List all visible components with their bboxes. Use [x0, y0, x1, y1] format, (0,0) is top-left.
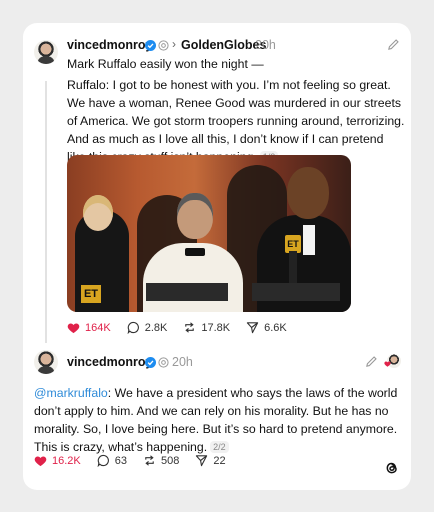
post2-time: 20h	[172, 355, 193, 369]
threads-logo-icon	[386, 462, 397, 474]
share-icon	[246, 322, 259, 334]
repost-icon	[185, 322, 195, 333]
heart-badge-icon	[384, 361, 391, 367]
caption-bar-right	[252, 283, 340, 301]
like-button[interactable]: 164K	[67, 322, 111, 334]
comment-count: 63	[114, 454, 127, 467]
host-shirt	[303, 225, 315, 255]
chevron-right-icon: ›	[172, 37, 176, 51]
comment-count: 2.8K	[144, 321, 168, 334]
repost-icon	[145, 455, 154, 466]
like-count: 164K	[85, 321, 111, 334]
comment-button[interactable]: 63	[97, 454, 127, 467]
edit-icon[interactable]	[365, 355, 378, 368]
comment-icon	[97, 454, 109, 467]
host-head	[287, 167, 329, 219]
like-count: 16.2K	[52, 454, 81, 467]
threads-card: vincedmonroy › GoldenGlobes 20h Mark Ruf…	[23, 23, 411, 490]
microphone-handle	[289, 251, 297, 287]
post1-stats: 164K 2.8K 17.8K 6.6K	[67, 321, 303, 334]
post1-time: 20h	[255, 38, 276, 52]
mention-link[interactable]: @markruffalo	[34, 386, 108, 400]
post1-quote: Ruffalo: I got to be honest with you. I’…	[67, 76, 405, 166]
post2-username[interactable]: vincedmonroy	[67, 355, 152, 369]
verified-icon	[145, 357, 156, 368]
edit-icon[interactable]	[387, 38, 400, 51]
repost-button[interactable]: 17.8K	[183, 321, 230, 334]
comment-button[interactable]: 2.8K	[127, 321, 168, 334]
post1-reply-to[interactable]: GoldenGlobes	[181, 38, 266, 52]
repost-count: 17.8K	[201, 321, 231, 334]
share-count: 6.6K	[264, 321, 287, 334]
post2-pager: 2/2	[210, 441, 229, 453]
post2-stats: 16.2K 63 508 22	[34, 454, 242, 467]
post1-intro: Mark Ruffalo easily won the night —	[67, 57, 264, 71]
heart-icon	[67, 322, 80, 333]
caption-bar-left	[146, 283, 228, 301]
post1-quote-text: Ruffalo: I got to be honest with you. I’…	[67, 78, 405, 164]
like-button[interactable]: 16.2K	[34, 455, 81, 467]
woman-head	[83, 195, 113, 231]
video-thumbnail[interactable]: ET ET	[67, 155, 351, 312]
sensitive-icon	[158, 357, 169, 368]
post1-username[interactable]: vincedmonroy	[67, 38, 152, 52]
thread-line	[45, 81, 47, 343]
share-count: 22	[213, 454, 226, 467]
avatar[interactable]	[34, 40, 58, 64]
avatar[interactable]	[34, 350, 58, 374]
sensitive-icon	[158, 40, 169, 51]
verified-icon	[145, 40, 156, 51]
heart-icon	[34, 455, 47, 466]
repost-count: 508	[161, 454, 180, 467]
post2-text: @markruffalo: We have a president who sa…	[34, 384, 404, 456]
share-button[interactable]: 22	[195, 454, 226, 467]
share-button[interactable]: 6.6K	[246, 321, 287, 334]
man-head	[177, 193, 213, 239]
comment-icon	[127, 321, 139, 334]
bow-tie	[185, 248, 205, 256]
repost-button[interactable]: 508	[143, 454, 179, 467]
et-logo: ET	[81, 285, 101, 303]
share-icon	[196, 455, 208, 467]
